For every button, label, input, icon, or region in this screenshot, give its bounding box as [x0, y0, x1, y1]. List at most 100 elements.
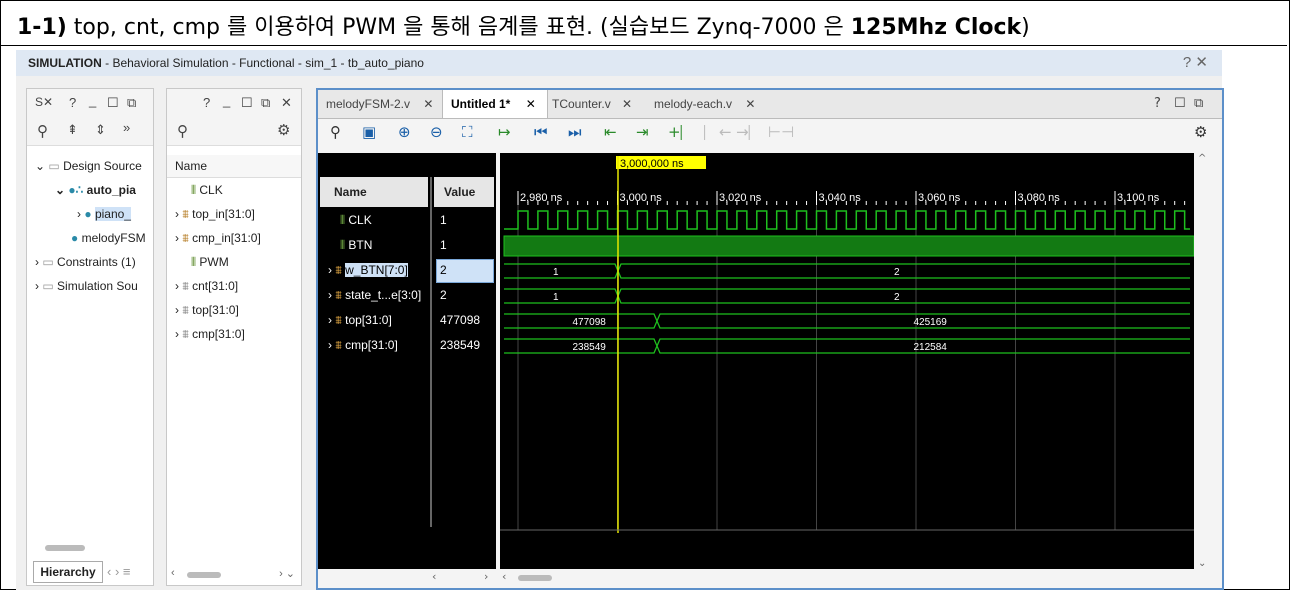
maximize-icon[interactable]: ☐: [241, 95, 253, 111]
object-item[interactable]: › ⩩ cmp_in[31:0]: [167, 227, 301, 249]
tree-item[interactable]: ⌄ ●∴ auto_pia: [27, 179, 153, 201]
float-icon[interactable]: ⧉: [127, 95, 136, 111]
minimize-icon[interactable]: _: [223, 93, 230, 108]
sources-panel: S✕ ? _ ☐ ⧉ ⚲ ⇞ ⇕ » ⌄ ▭ Design Source ⌄ ●…: [26, 88, 154, 586]
chevron-right-icon[interactable]: ›: [328, 338, 332, 352]
zoom-in-icon[interactable]: ⊕: [398, 123, 411, 141]
signal-row[interactable]: ⫴ BTN: [340, 238, 372, 253]
signal-row[interactable]: › ⩩ top[31:0]: [328, 313, 392, 328]
tab-tcounter[interactable]: TCounter.v ✕: [544, 90, 648, 118]
chevron-right-icon[interactable]: ›: [328, 263, 332, 277]
tick-label: 3,100 ns: [1117, 192, 1160, 204]
gear-icon[interactable]: ⚙: [277, 121, 290, 139]
top-value-after: 425169: [914, 317, 948, 328]
chevron-right-icon[interactable]: ›: [175, 207, 179, 221]
help-icon[interactable]: ?: [1154, 96, 1161, 111]
object-item[interactable]: › ⩩ top_in[31:0]: [167, 203, 301, 225]
horizontal-scrollbar[interactable]: ‹ › ‹: [428, 570, 1194, 585]
horizontal-scrollbar[interactable]: [31, 543, 149, 553]
more-icon[interactable]: »: [123, 120, 130, 135]
collapse-all-icon[interactable]: ⇞: [67, 122, 78, 138]
zoom-fit-icon[interactable]: ⛶: [462, 123, 473, 141]
chevron-right-icon[interactable]: ›: [175, 327, 179, 341]
horizontal-scrollbar[interactable]: ‹ › ⌄: [171, 567, 297, 581]
chevron-right-icon[interactable]: ›: [35, 255, 39, 269]
search-icon[interactable]: ⚲: [37, 122, 48, 140]
cmp-bus: [504, 338, 1190, 354]
w-btn-value-after: 2: [894, 267, 900, 278]
next-transition-icon[interactable]: ⇥: [636, 123, 649, 141]
gear-icon[interactable]: ⚙: [1194, 123, 1207, 141]
search-icon[interactable]: ⚲: [330, 123, 341, 141]
waveform-window: melodyFSM-2.v ✕ Untitled 1* ✕ TCounter.v…: [316, 88, 1224, 590]
chevron-right-icon[interactable]: ›: [175, 279, 179, 293]
column-divider[interactable]: [430, 177, 432, 527]
tab-nav-icon[interactable]: ‹ › ≡: [107, 564, 130, 579]
search-icon[interactable]: ⚲: [177, 122, 188, 140]
minimize-icon[interactable]: _: [89, 93, 96, 108]
object-item[interactable]: › ⩩ cmp[31:0]: [167, 323, 301, 345]
help-icon[interactable]: ?: [203, 95, 210, 110]
add-marker-icon[interactable]: +⎸: [668, 123, 696, 141]
close-icon[interactable]: ✕: [622, 97, 632, 111]
chevron-right-icon[interactable]: ›: [175, 231, 179, 245]
chevron-down-icon[interactable]: ⌄: [35, 159, 45, 173]
editor-tabs: melodyFSM-2.v ✕ Untitled 1* ✕ TCounter.v…: [318, 90, 1222, 119]
tab-melody-each[interactable]: melody-each.v ✕: [646, 90, 774, 118]
chevron-right-icon[interactable]: ›: [328, 313, 332, 327]
w-btn-value-before: 1: [553, 267, 559, 278]
tree-item-selected[interactable]: › ● piano_: [27, 203, 153, 225]
go-to-end-icon[interactable]: ⏭: [568, 123, 582, 141]
bit-signal-icon: ⫴: [340, 238, 346, 252]
chevron-right-icon[interactable]: ›: [175, 303, 179, 317]
bus-signal-icon: ⩩: [182, 207, 189, 221]
tick-label: 2,980 ns: [520, 192, 563, 204]
hierarchy-tab[interactable]: Hierarchy: [33, 561, 103, 583]
chevron-right-icon[interactable]: ›: [35, 279, 39, 293]
save-icon[interactable]: ▣: [362, 123, 376, 141]
tab-untitled[interactable]: Untitled 1* ✕: [442, 90, 548, 118]
tree-item[interactable]: ⌄ ▭ Design Source: [27, 155, 153, 177]
tree-item[interactable]: ● melodyFSM: [27, 227, 153, 249]
chevron-right-icon[interactable]: ›: [328, 288, 332, 302]
tab-melodyfsm[interactable]: melodyFSM-2.v ✕: [318, 90, 444, 118]
close-icon[interactable]: ✕: [423, 97, 433, 111]
close-icon[interactable]: ✕: [281, 95, 292, 111]
state-value-after: 2: [894, 292, 900, 303]
signal-row[interactable]: › ⩩ state_t...e[3:0]: [328, 288, 421, 303]
close-icon[interactable]: ✕: [745, 97, 755, 111]
signal-row[interactable]: ⫴ CLK: [340, 213, 372, 228]
object-item[interactable]: › ⩩ cnt[31:0]: [167, 275, 301, 297]
cmp-value-after: 212584: [914, 342, 948, 353]
vertical-scrollbar[interactable]: ^ ⌄: [1196, 153, 1208, 569]
tick-label: 3,080 ns: [1018, 192, 1061, 204]
sources-tab[interactable]: S✕: [35, 95, 53, 109]
chevron-right-icon[interactable]: ›: [77, 207, 81, 221]
signal-row[interactable]: › ⩩ cmp[31:0]: [328, 338, 398, 353]
help-icon[interactable]: ?: [69, 95, 76, 110]
window-controls[interactable]: ? ✕: [1183, 53, 1208, 71]
next-marker-icon: →⎸: [736, 123, 764, 141]
chevron-down-icon[interactable]: ⌄: [55, 183, 65, 197]
close-icon[interactable]: ✕: [526, 97, 536, 111]
tree-item[interactable]: › ▭ Constraints (1): [27, 251, 153, 273]
go-to-cursor-icon[interactable]: ↦: [498, 123, 511, 141]
objects-toolbar: ⚲ ⚙: [167, 117, 301, 146]
folder-icon: ▭: [48, 159, 60, 173]
zoom-out-icon[interactable]: ⊖: [430, 123, 443, 141]
maximize-icon[interactable]: ☐: [1174, 96, 1186, 111]
expand-all-icon[interactable]: ⇕: [95, 122, 106, 138]
maximize-icon[interactable]: ☐: [107, 95, 119, 111]
tree-item[interactable]: › ▭ Simulation Sou: [27, 275, 153, 297]
waveform-pane[interactable]: 2,980 ns 3,000 ns 3,020 ns 3,040 ns 3,060 ns…: [500, 153, 1194, 569]
signal-row-selected[interactable]: › ⩩ w_BTN[7:0]: [328, 263, 408, 278]
previous-transition-icon[interactable]: ⇤: [604, 123, 617, 141]
go-to-start-icon[interactable]: ⏮: [534, 123, 548, 141]
state-bus: [504, 288, 1190, 304]
float-icon[interactable]: ⧉: [261, 95, 270, 111]
object-item[interactable]: ⫴ PWM: [167, 251, 301, 273]
float-icon[interactable]: ⧉: [1194, 96, 1203, 111]
object-item[interactable]: › ⩩ top[31:0]: [167, 299, 301, 321]
object-item[interactable]: ⫴ CLK: [167, 179, 301, 201]
bus-signal-icon: ⩩: [335, 263, 342, 277]
